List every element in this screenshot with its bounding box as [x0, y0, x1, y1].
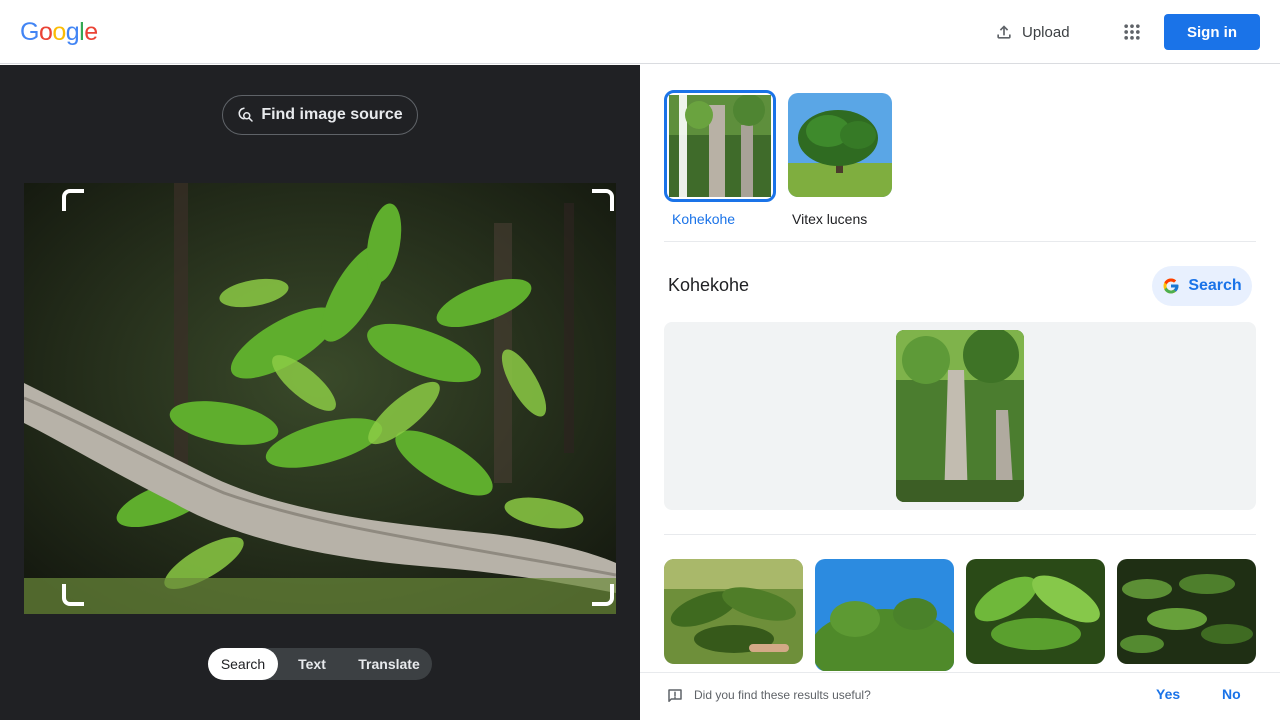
query-photo [24, 183, 616, 614]
feedback-icon [666, 687, 684, 705]
entity-label: Vitex lucens [792, 211, 868, 227]
crop-handle-top-right[interactable] [592, 189, 614, 211]
entity-thumbnail [788, 93, 892, 197]
feedback-bar: Did you find these results useful? Yes N… [640, 672, 1280, 720]
crop-handle-bottom-left[interactable] [62, 584, 84, 606]
visual-match-image[interactable] [664, 559, 803, 664]
google-apps-button[interactable] [1114, 14, 1150, 50]
divider [664, 241, 1256, 242]
visual-match-image[interactable] [1117, 559, 1256, 664]
find-image-source-button[interactable]: Find image source [222, 95, 418, 135]
visual-match-image[interactable] [966, 559, 1105, 664]
crop-handle-top-left[interactable] [62, 189, 84, 211]
logo-letter: o [38, 18, 53, 46]
logo-letter: g [65, 18, 80, 46]
upload-label: Upload [1022, 23, 1070, 41]
google-g-icon [1162, 277, 1180, 295]
lens-search-icon [237, 106, 255, 124]
lens-mode-tabs: Search Text Translate [208, 648, 432, 680]
find-image-source-label: Find image source [261, 106, 403, 123]
google-logo[interactable]: Google [20, 17, 98, 47]
feedback-no-button[interactable]: No [1222, 686, 1241, 702]
divider [664, 534, 1256, 535]
query-image-panel: Find image source Search Text Translate [0, 65, 640, 720]
visual-match-image[interactable] [815, 559, 954, 671]
tab-search[interactable]: Search [208, 648, 278, 680]
entity-chip-vitex-lucens[interactable]: Vitex lucens [784, 90, 896, 227]
sign-in-button[interactable]: Sign in [1164, 14, 1260, 50]
upload-icon [994, 22, 1014, 42]
results-panel: Kohekohe Vitex lucens Kohekohe Search Di… [640, 65, 1280, 720]
tab-translate[interactable]: Translate [346, 648, 432, 680]
entity-chip-kohekohe[interactable]: Kohekohe [664, 90, 776, 227]
logo-letter: e [84, 18, 98, 46]
crop-handle-bottom-right[interactable] [592, 584, 614, 606]
google-search-button[interactable]: Search [1152, 266, 1252, 306]
logo-letter: o [52, 18, 66, 46]
feedback-yes-button[interactable]: Yes [1156, 686, 1180, 702]
entity-thumbnail [664, 90, 776, 202]
apps-grid-icon [1122, 22, 1142, 42]
result-title: Kohekohe [668, 275, 750, 295]
upload-button[interactable]: Upload [984, 14, 1080, 50]
header-bar: Google Upload Sign in [0, 0, 1280, 64]
feedback-question: Did you find these results useful? [694, 688, 871, 702]
logo-letter: G [20, 18, 39, 46]
entity-label: Kohekohe [672, 211, 736, 227]
search-button-label: Search [1188, 277, 1242, 294]
entity-hero-card [664, 322, 1256, 510]
tab-text[interactable]: Text [278, 648, 346, 680]
entity-hero-image[interactable] [896, 330, 1024, 502]
